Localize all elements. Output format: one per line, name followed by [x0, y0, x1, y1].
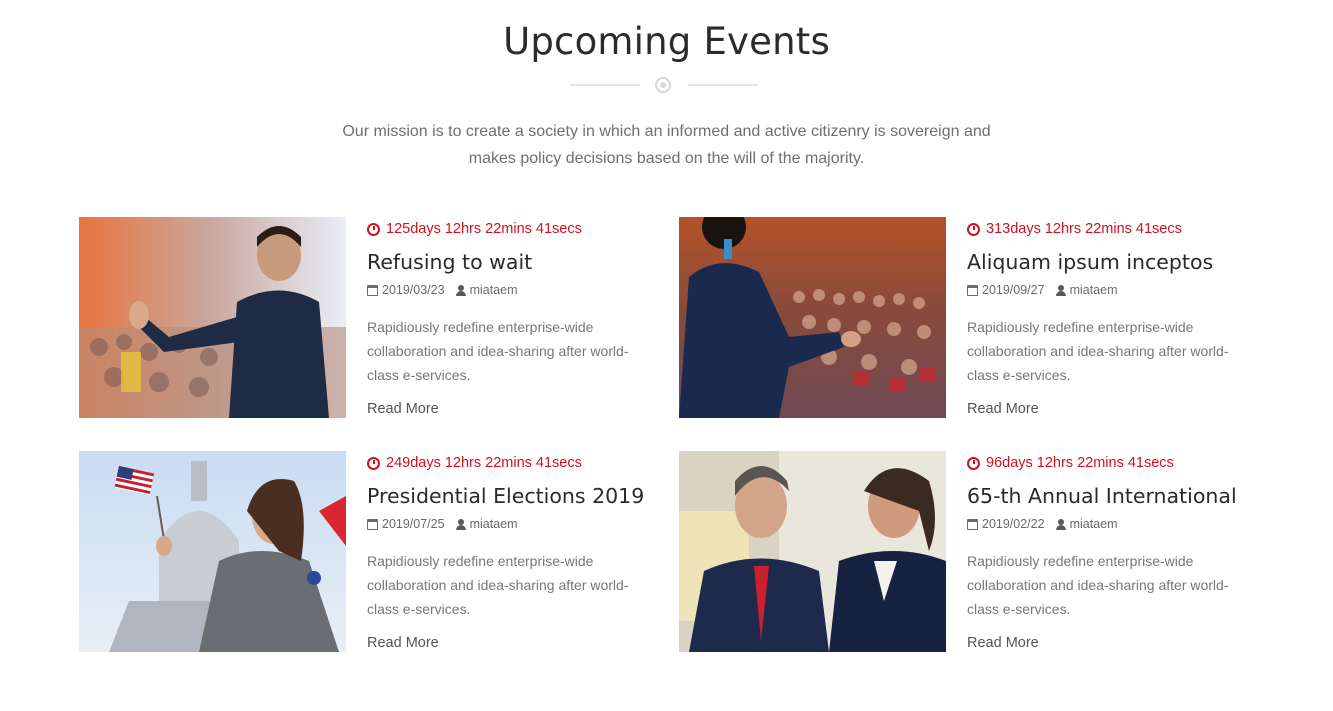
event-image[interactable]: [79, 451, 346, 652]
clock-icon: [367, 456, 380, 470]
event-meta: 2019/02/22 miataem: [967, 517, 1257, 531]
event-author[interactable]: miataem: [1070, 517, 1118, 531]
clock-icon: [967, 222, 980, 236]
event-title[interactable]: Refusing to wait: [367, 250, 657, 274]
user-icon: [455, 518, 466, 530]
countdown-text: 249days 12hrs 22mins 41secs: [386, 455, 582, 471]
event-title[interactable]: 65-th Annual International: [967, 484, 1257, 508]
event-countdown: 313days 12hrs 22mins 41secs: [967, 221, 1257, 237]
event-countdown: 96days 12hrs 22mins 41secs: [967, 455, 1257, 471]
event-date: 2019/02/22: [982, 517, 1045, 531]
event-author[interactable]: miataem: [470, 283, 518, 297]
calendar-icon: [967, 518, 978, 530]
user-icon: [1055, 518, 1066, 530]
event-countdown: 125days 12hrs 22mins 41secs: [367, 221, 657, 237]
event-title[interactable]: Aliquam ipsum inceptos: [967, 250, 1257, 274]
event-meta: 2019/03/23 miataem: [367, 283, 657, 297]
read-more-link[interactable]: Read More: [367, 635, 439, 651]
event-author[interactable]: miataem: [1070, 283, 1118, 297]
clock-icon: [967, 456, 980, 470]
title-divider: [570, 76, 758, 94]
event-countdown: 249days 12hrs 22mins 41secs: [367, 455, 657, 471]
calendar-icon: [967, 284, 978, 296]
countdown-text: 313days 12hrs 22mins 41secs: [986, 221, 1182, 237]
countdown-text: 125days 12hrs 22mins 41secs: [386, 221, 582, 237]
event-date: 2019/07/25: [382, 517, 445, 531]
event-date: 2019/03/23: [382, 283, 445, 297]
event-author[interactable]: miataem: [470, 517, 518, 531]
read-more-link[interactable]: Read More: [367, 401, 439, 417]
meeting-photo: [679, 451, 946, 652]
event-meta: 2019/09/27 miataem: [967, 283, 1257, 297]
calendar-icon: [367, 518, 378, 530]
conference-photo: [679, 217, 946, 418]
clock-icon: [367, 222, 380, 236]
calendar-icon: [367, 284, 378, 296]
event-description: Rapidiously redefine enterprise-wide col…: [367, 319, 629, 383]
event-image[interactable]: [79, 217, 346, 418]
section-subtitle: Our mission is to create a society in wh…: [342, 123, 991, 167]
section-title: Upcoming Events: [503, 20, 830, 63]
target-icon: [655, 77, 671, 93]
divider-line-right: [688, 84, 758, 86]
read-more-link[interactable]: Read More: [967, 401, 1039, 417]
event-card: 96days 12hrs 22mins 41secs 65-th Annual …: [679, 451, 1259, 653]
speaker-photo: [79, 217, 346, 418]
event-description: Rapidiously redefine enterprise-wide col…: [967, 319, 1229, 383]
user-icon: [455, 284, 466, 296]
event-card: 125days 12hrs 22mins 41secs Refusing to …: [79, 217, 659, 419]
event-card: 313days 12hrs 22mins 41secs Aliquam ipsu…: [679, 217, 1259, 419]
event-description: Rapidiously redefine enterprise-wide col…: [367, 553, 629, 617]
event-image[interactable]: [679, 451, 946, 652]
event-card: 249days 12hrs 22mins 41secs Presidential…: [79, 451, 659, 653]
event-meta: 2019/07/25 miataem: [367, 517, 657, 531]
event-date: 2019/09/27: [982, 283, 1045, 297]
read-more-link[interactable]: Read More: [967, 635, 1039, 651]
countdown-text: 96days 12hrs 22mins 41secs: [986, 455, 1174, 471]
user-icon: [1055, 284, 1066, 296]
event-description: Rapidiously redefine enterprise-wide col…: [967, 553, 1229, 617]
election-photo: [79, 451, 346, 652]
divider-line-left: [570, 84, 640, 86]
event-image[interactable]: [679, 217, 946, 418]
event-title[interactable]: Presidential Elections 2019: [367, 484, 657, 508]
